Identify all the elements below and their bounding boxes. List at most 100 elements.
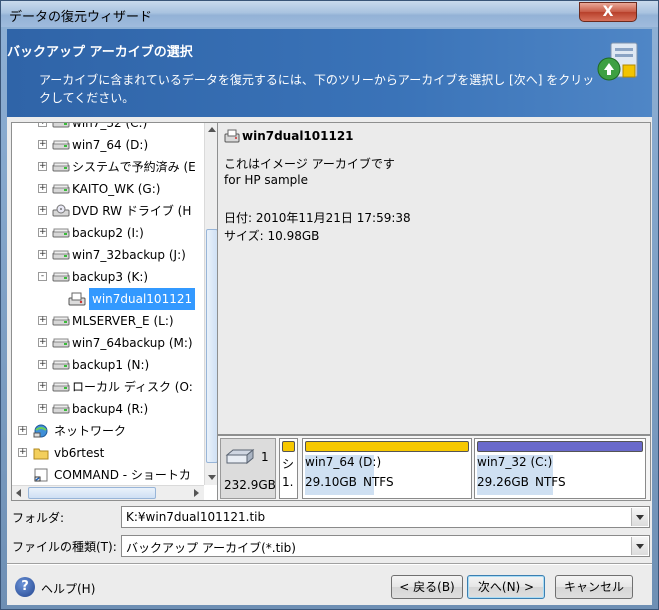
scroll-left-icon[interactable] — [16, 489, 21, 497]
expand-icon[interactable]: + — [38, 140, 47, 149]
partition-filesystem: NTFS — [363, 475, 394, 489]
expand-icon[interactable]: + — [38, 316, 47, 325]
tree-item[interactable]: + ローカル ディスク (O: — [12, 376, 204, 398]
tree-view[interactable]: +win7_32 (C:)+win7_64 (D:)+システムで予約済み (E+… — [12, 123, 204, 485]
tree-item-label[interactable]: win7_32backup (J:) — [72, 244, 186, 266]
tree-item-label[interactable]: DVD RW ドライブ (H — [72, 200, 191, 222]
partition-win7-64[interactable]: win7_64 (D:) 29.10GB NTFS — [302, 438, 472, 499]
tree-item-label[interactable]: win7_32 (C:) — [72, 123, 147, 134]
restore-wizard-icon — [597, 42, 638, 81]
filetype-combobox[interactable]: バックアップ アーカイブ(*.tib) — [121, 535, 650, 557]
disk-cell: 1 232.9GB — [220, 438, 276, 499]
footer-separator — [7, 563, 652, 565]
tree-item-label[interactable]: backup3 (K:) — [72, 266, 148, 288]
tree-item[interactable]: + backup1 (N:) — [12, 354, 204, 376]
filetype-dropdown-icon[interactable] — [631, 537, 648, 555]
tree-hscroll-thumb[interactable] — [28, 487, 156, 499]
folder-dropdown-icon[interactable] — [631, 508, 648, 526]
expand-icon[interactable]: + — [38, 123, 47, 127]
tree-item-label[interactable]: win7dual101121 — [89, 288, 196, 310]
tree-item[interactable]: COMMAND - ショートカ — [12, 464, 204, 485]
tree-item[interactable]: + backup4 (R:) — [12, 398, 204, 420]
archive-type: これはイメージ アーカイブです — [224, 157, 395, 171]
archive-tree[interactable]: +win7_32 (C:)+win7_64 (D:)+システムで予約済み (E+… — [11, 122, 218, 501]
tree-item[interactable]: + backup2 (I:) — [12, 222, 204, 244]
tree-item-label[interactable]: win7_64backup (M:) — [72, 332, 193, 354]
scroll-up-icon[interactable] — [208, 127, 216, 132]
tree-horizontal-scrollbar[interactable] — [12, 485, 204, 500]
expand-icon[interactable]: + — [38, 338, 47, 347]
expand-icon[interactable]: + — [18, 448, 27, 457]
folder-value: K:¥win7dual101121.tib — [126, 510, 266, 524]
drive-icon — [52, 140, 70, 150]
drive-icon — [52, 382, 70, 392]
tree-item[interactable]: + win7_32 (C:) — [12, 123, 204, 134]
tree-item[interactable]: + ネットワーク — [12, 420, 204, 442]
scroll-down-icon[interactable] — [208, 475, 216, 480]
partition-color-bar — [477, 441, 643, 452]
tree-item[interactable]: + システムで予約済み (E — [12, 156, 204, 178]
tree-item-label[interactable]: vb6rtest — [54, 442, 104, 464]
tree-item-label[interactable]: KAITO_WK (G:) — [72, 178, 160, 200]
archive-comment: for HP sample — [224, 173, 309, 187]
partition-color-bar — [282, 441, 295, 452]
expand-icon[interactable]: + — [18, 426, 27, 435]
drive-icon — [52, 250, 70, 260]
tree-item-label[interactable]: ローカル ディスク (O: — [72, 376, 193, 398]
tree-item-label[interactable]: backup4 (R:) — [72, 398, 148, 420]
tree-item-label[interactable]: COMMAND - ショートカ — [54, 464, 191, 485]
help-icon[interactable]: ? — [15, 577, 35, 597]
tree-item[interactable]: + win7_32backup (J:) — [12, 244, 204, 266]
expand-icon[interactable]: + — [38, 382, 47, 391]
step-description: アーカイブに含まれているデータを復元するには、下のツリーからアーカイブを選択し … — [39, 73, 595, 105]
shortcut-icon — [34, 468, 48, 482]
drive-icon — [52, 184, 70, 194]
next-button[interactable]: 次へ(N) > — [467, 575, 545, 599]
tree-item[interactable]: + vb6rtest — [12, 442, 204, 464]
partition-name: シ — [282, 457, 295, 471]
tree-item-label[interactable]: backup2 (I:) — [72, 222, 144, 244]
expand-icon[interactable]: + — [38, 206, 47, 215]
tree-item[interactable]: + win7_64backup (M:) — [12, 332, 204, 354]
tree-item[interactable]: + KAITO_WK (G:) — [12, 178, 204, 200]
drive-icon — [52, 272, 70, 282]
filetype-label: ファイルの種類(T): — [12, 540, 117, 554]
tree-item[interactable]: + MLSERVER_E (L:) — [12, 310, 204, 332]
title-bar[interactable]: データの復元ウィザード X — [1, 1, 658, 27]
folder-combobox[interactable]: K:¥win7dual101121.tib — [121, 506, 650, 528]
header-banner: バックアップ アーカイブの選択 アーカイブに含まれているデータを復元するには、下… — [7, 29, 652, 117]
partition-size: 1. — [282, 475, 294, 489]
collapse-icon[interactable]: - — [38, 272, 47, 281]
back-button[interactable]: < 戻る(B) — [391, 575, 463, 599]
folder-icon — [33, 448, 49, 460]
partition-color-bar — [305, 441, 469, 452]
help-label[interactable]: ヘルプ(H) — [41, 580, 95, 597]
expand-icon[interactable]: + — [38, 360, 47, 369]
tree-vertical-scrollbar[interactable] — [204, 123, 217, 485]
tree-item[interactable]: - backup3 (K:) — [12, 266, 204, 288]
tree-item-label[interactable]: win7_64 (D:) — [72, 134, 148, 156]
partition-win7-32[interactable]: win7_32 (C:) 29.26GB NTFS — [474, 438, 646, 499]
expand-icon[interactable]: + — [38, 228, 47, 237]
archive-icon — [68, 292, 86, 306]
partition-filesystem: NTFS — [535, 475, 566, 489]
partition-system[interactable]: シ 1. — [279, 438, 298, 499]
expand-icon[interactable]: + — [38, 250, 47, 259]
expand-icon[interactable]: + — [38, 184, 47, 193]
tree-item-label[interactable]: backup1 (N:) — [72, 354, 149, 376]
expand-icon[interactable]: + — [38, 162, 47, 171]
tree-item-label[interactable]: MLSERVER_E (L:) — [72, 310, 174, 332]
tree-scroll-thumb[interactable] — [206, 229, 217, 463]
expand-icon[interactable]: + — [38, 404, 47, 413]
wizard-client-area: バックアップ アーカイブの選択 アーカイブに含まれているデータを復元するには、下… — [7, 29, 652, 605]
tree-item[interactable]: + win7_64 (D:) — [12, 134, 204, 156]
tree-item[interactable]: + DVD RW ドライブ (H — [12, 200, 204, 222]
close-button[interactable]: X — [579, 2, 637, 22]
cancel-button[interactable]: キャンセル — [555, 575, 633, 599]
tree-item-label[interactable]: ネットワーク — [54, 420, 126, 442]
drive-icon — [52, 162, 70, 172]
scroll-right-icon[interactable] — [194, 489, 199, 497]
tree-item[interactable]: win7dual101121 — [12, 288, 204, 310]
tree-item-label[interactable]: システムで予約済み (E — [72, 156, 196, 178]
disk-number: 1 — [261, 450, 269, 464]
